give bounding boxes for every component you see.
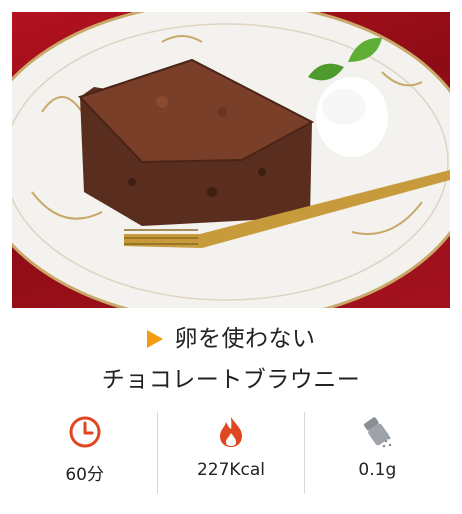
recipe-stats: 60分 227Kcal 0.1g	[12, 412, 450, 494]
recipe-title-line1: 卵を使わない	[0, 324, 462, 354]
salt-shaker-icon	[364, 417, 392, 448]
stat-time: 60分	[12, 412, 157, 494]
salt-value: 0.1g	[358, 460, 397, 480]
time-value: 60分	[65, 465, 104, 485]
play-triangle-icon	[146, 330, 163, 348]
flame-icon	[219, 417, 242, 447]
recipe-card[interactable]: 卵を使わない チョコレートブラウニー 60分 227Kcal 0.1g	[0, 0, 462, 514]
recipe-title-subtitle: 卵を使わない	[174, 326, 316, 352]
stat-salt: 0.1g	[303, 412, 450, 494]
recipe-photo[interactable]	[12, 12, 450, 308]
brownie-illustration	[12, 12, 450, 308]
stat-calories: 227Kcal	[157, 412, 303, 494]
clock-icon	[69, 416, 101, 448]
calories-value: 227Kcal	[196, 460, 266, 480]
recipe-title: チョコレートブラウニー	[101, 367, 361, 393]
